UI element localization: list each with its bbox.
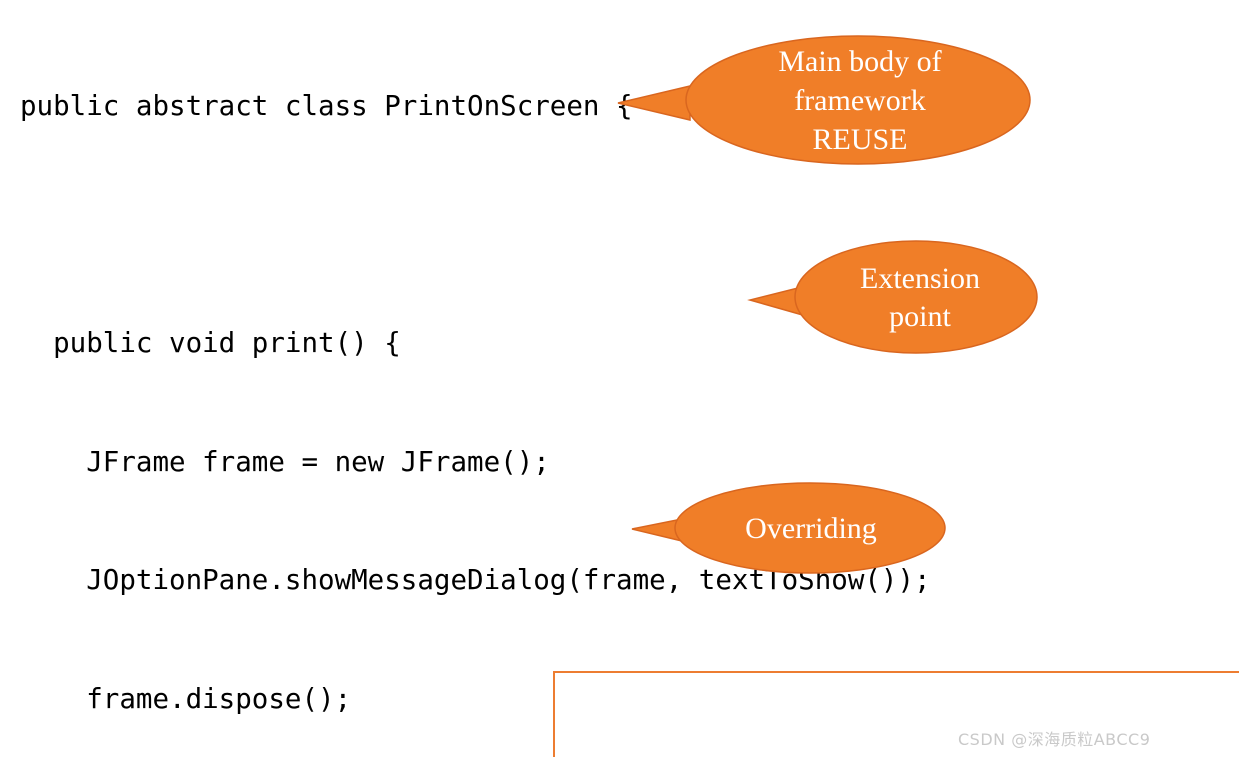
callout-main-body: Main body of framework REUSE xyxy=(598,30,1034,170)
slide-canvas: public abstract class PrintOnScreen { pu… xyxy=(0,0,1239,757)
callout-overriding: Overriding xyxy=(630,481,948,577)
callout-bubble-shape xyxy=(617,35,1031,165)
callout-extension-point: Extension point xyxy=(747,238,1040,358)
callout-bubble-shape xyxy=(631,482,946,574)
code-line: JFrame frame = new JFrame(); xyxy=(20,445,550,478)
callout-bubble-shape xyxy=(747,240,1038,354)
csdn-watermark: CSDN @深海质粒ABCC9 xyxy=(958,730,1151,749)
